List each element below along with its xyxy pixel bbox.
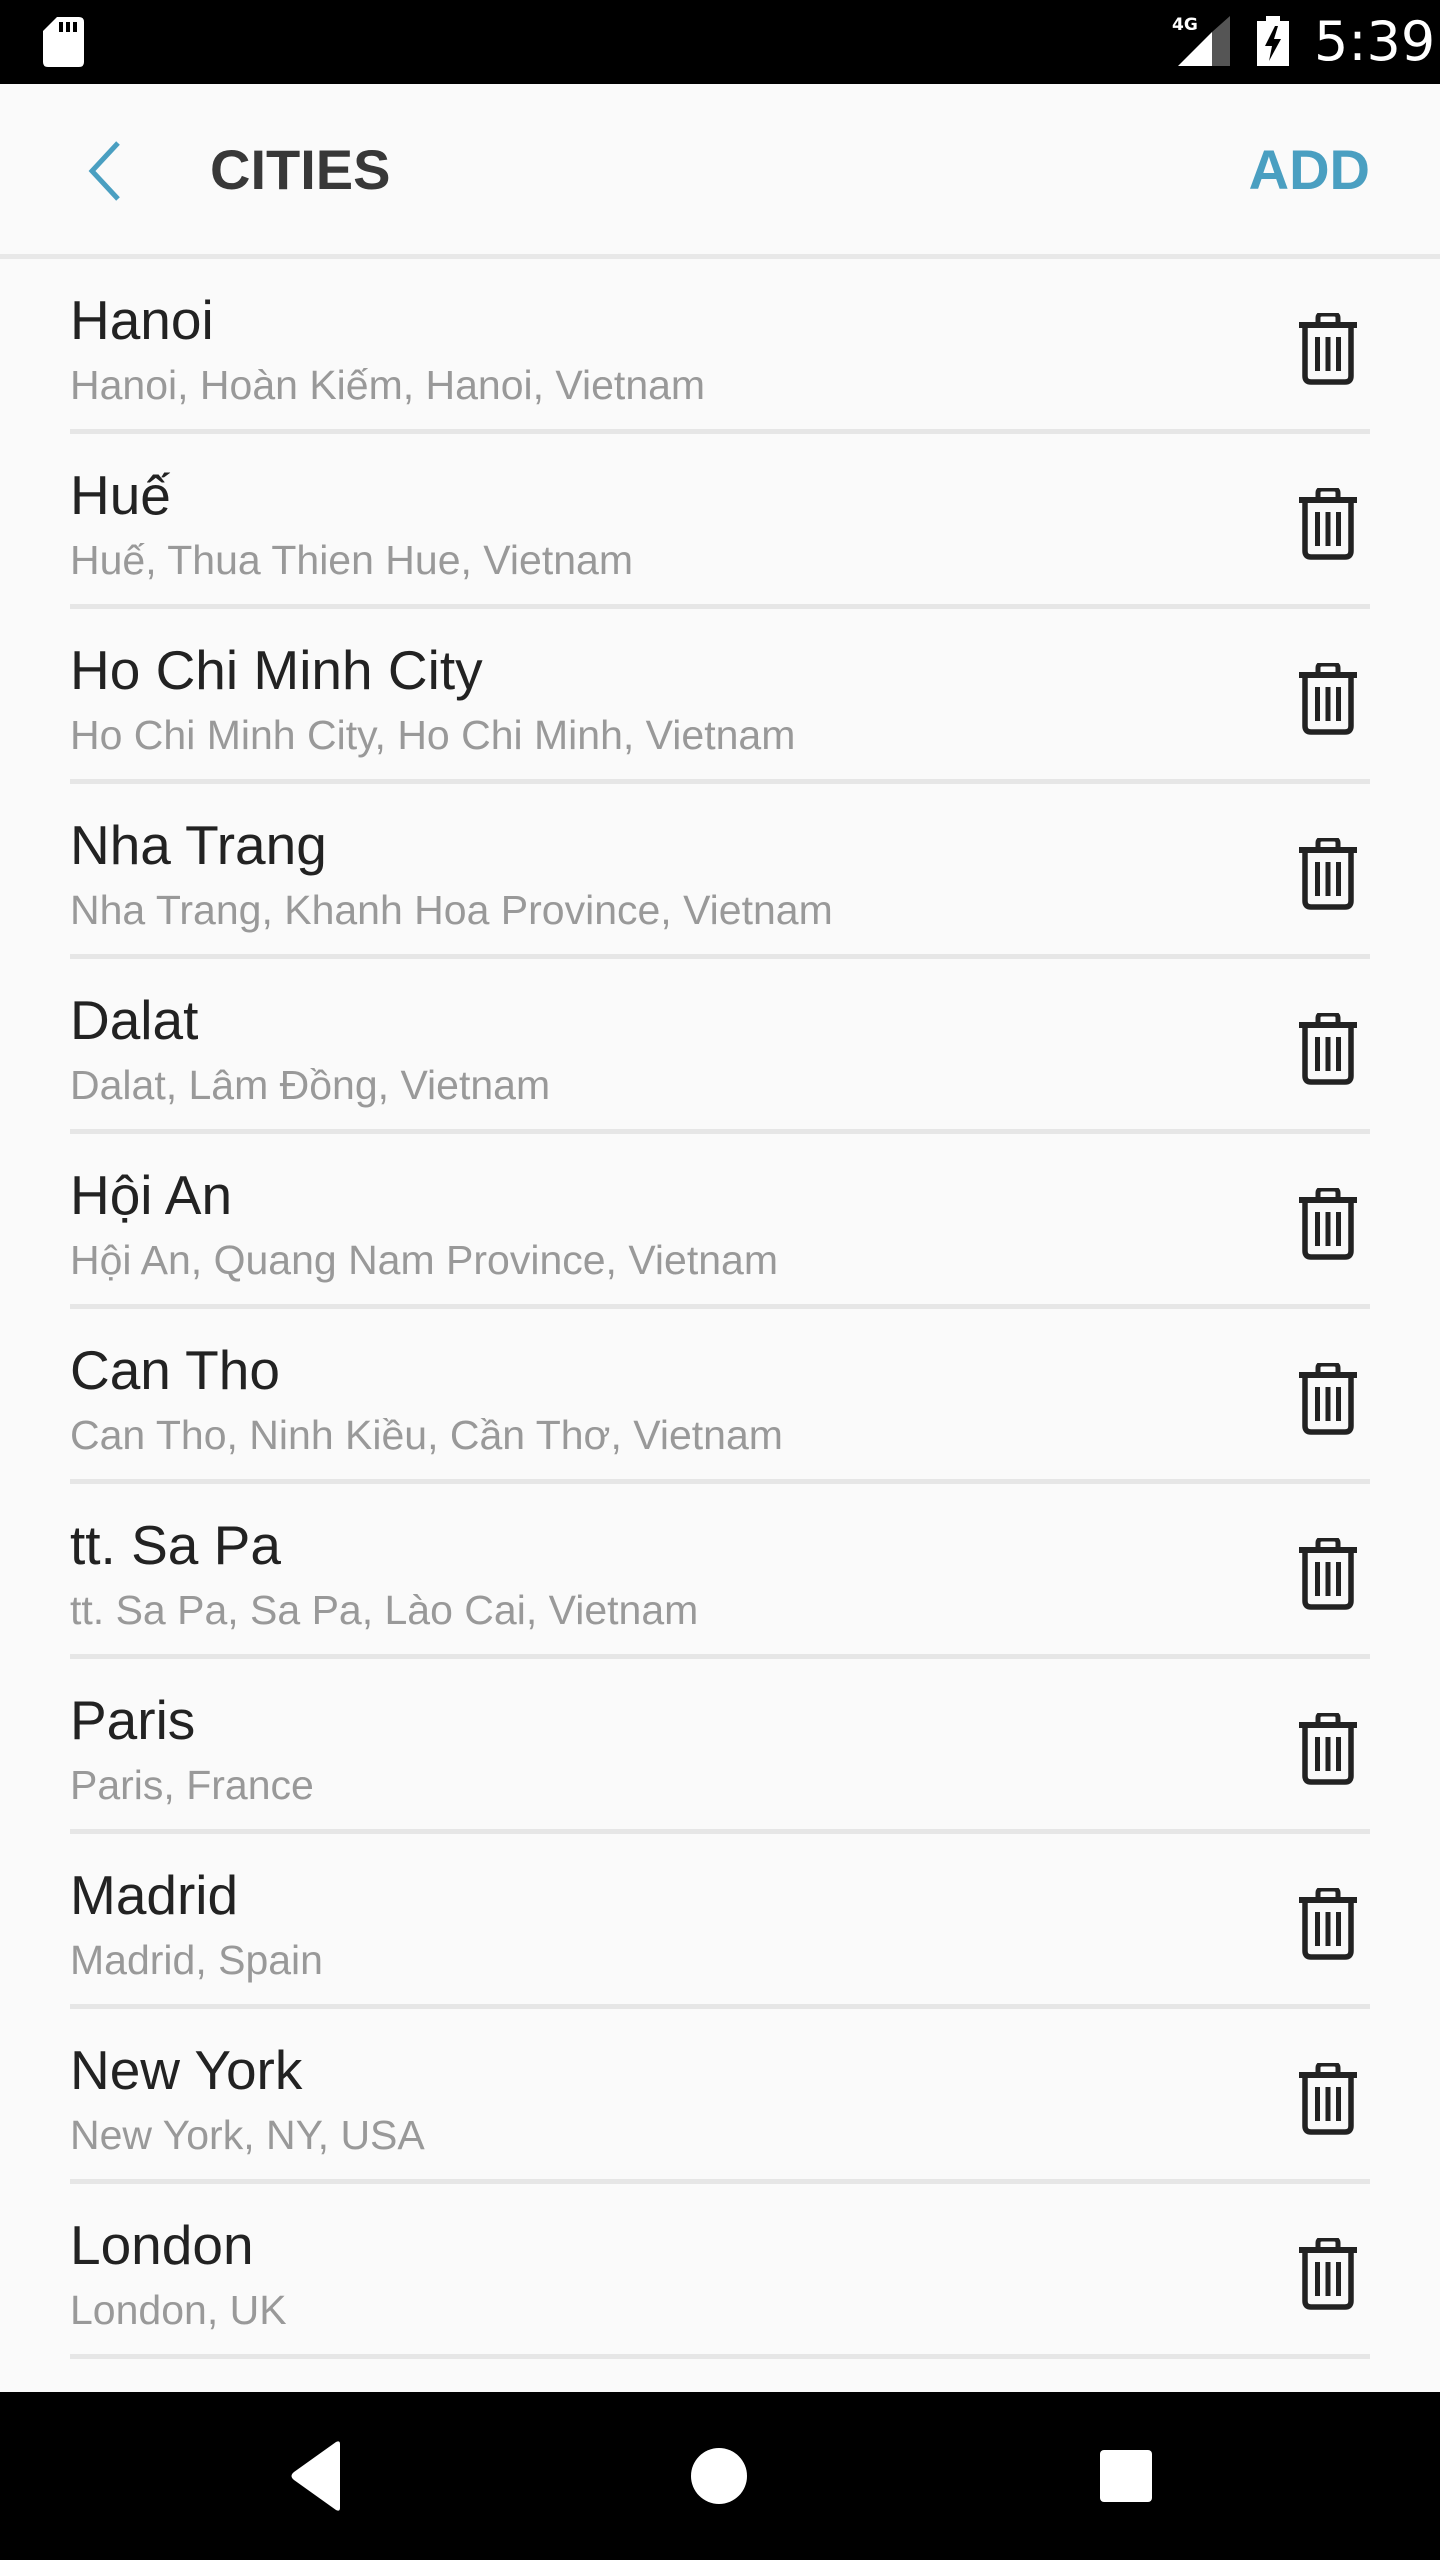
back-triangle-icon [291,2441,340,2511]
delete-city-button[interactable] [1270,1872,1370,1972]
city-name: Hội An [70,1164,233,1226]
city-list-item[interactable]: London London, UK [70,2184,1370,2359]
delete-city-button[interactable] [1270,297,1370,397]
navigation-bar [0,2392,1440,2560]
city-name: Ho Chi Minh City [70,639,483,701]
status-bar: 4G 5:39 [0,0,1440,84]
trash-icon [1299,1713,1357,1785]
delete-city-button[interactable] [1270,1522,1370,1622]
city-list-item[interactable]: Nha Trang Nha Trang, Khanh Hoa Province,… [70,784,1370,959]
home-circle-icon [691,2448,747,2504]
city-list-item[interactable]: Can Tho Can Tho, Ninh Kiều, Cần Thơ, Vie… [70,1309,1370,1484]
city-name: Can Tho [70,1339,280,1401]
city-detail: Madrid, Spain [70,1937,323,1983]
delete-city-button[interactable] [1270,997,1370,1097]
trash-icon [1299,2063,1357,2135]
nav-back-button[interactable] [256,2426,376,2526]
trash-icon [1299,313,1357,385]
city-detail: Nha Trang, Khanh Hoa Province, Vietnam [70,887,833,933]
battery-charging-icon [1257,16,1289,66]
nav-home-button[interactable] [659,2426,779,2526]
network-type-label: 4G [1172,15,1198,35]
trash-icon [1299,1188,1357,1260]
city-detail: Paris, France [70,1762,314,1808]
chevron-left-icon [88,141,120,201]
city-list-item[interactable]: Madrid Madrid, Spain [70,1834,1370,2009]
trash-icon [1299,663,1357,735]
recents-square-icon [1100,2450,1152,2502]
city-name: New York [70,2039,303,2101]
trash-icon [1299,2238,1357,2310]
city-list-item[interactable]: Paris Paris, France [70,1659,1370,1834]
city-list: Hanoi Hanoi, Hoàn Kiếm, Hanoi, Vietnam H… [0,259,1440,2359]
trash-icon [1299,1888,1357,1960]
delete-city-button[interactable] [1270,2222,1370,2322]
delete-city-button[interactable] [1270,472,1370,572]
city-list-item[interactable]: Hội An Hội An, Quang Nam Province, Vietn… [70,1134,1370,1309]
delete-city-button[interactable] [1270,1697,1370,1797]
city-detail: tt. Sa Pa, Sa Pa, Lào Cai, Vietnam [70,1587,699,1633]
trash-icon [1299,1538,1357,1610]
trash-icon [1299,488,1357,560]
delete-city-button[interactable] [1270,647,1370,747]
city-name: London [70,2214,254,2276]
city-detail: Hanoi, Hoàn Kiếm, Hanoi, Vietnam [70,362,706,408]
back-button[interactable] [70,132,140,208]
app-bar: CITIES ADD [0,84,1440,259]
delete-city-button[interactable] [1270,2047,1370,2147]
city-detail: Ho Chi Minh City, Ho Chi Minh, Vietnam [70,712,796,758]
city-name: Huế [70,464,171,526]
city-name: Dalat [70,989,199,1051]
city-detail: London, UK [70,2287,287,2333]
city-list-item[interactable]: Ho Chi Minh City Ho Chi Minh City, Ho Ch… [70,609,1370,784]
delete-city-button[interactable] [1270,1172,1370,1272]
city-list-item[interactable]: tt. Sa Pa tt. Sa Pa, Sa Pa, Lào Cai, Vie… [70,1484,1370,1659]
city-list-item[interactable]: Hanoi Hanoi, Hoàn Kiếm, Hanoi, Vietnam [70,259,1370,434]
city-detail: Dalat, Lâm Đồng, Vietnam [70,1062,551,1108]
city-list-item[interactable]: New York New York, NY, USA [70,2009,1370,2184]
page-title: CITIES [210,138,391,201]
status-time: 5:39 [1314,10,1436,73]
city-detail: Huế, Thua Thien Hue, Vietnam [70,537,633,583]
trash-icon [1299,838,1357,910]
trash-icon [1299,1013,1357,1085]
trash-icon [1299,1363,1357,1435]
city-list-item[interactable]: Dalat Dalat, Lâm Đồng, Vietnam [70,959,1370,1134]
nav-recents-button[interactable] [1065,2426,1185,2526]
city-name: Madrid [70,1864,239,1926]
city-name: Paris [70,1689,196,1751]
signal-icon: 4G [1172,15,1230,66]
delete-city-button[interactable] [1270,822,1370,922]
sd-card-icon [43,17,84,67]
add-city-button[interactable]: ADD [1249,137,1370,203]
city-name: Nha Trang [70,814,327,876]
city-name: tt. Sa Pa [70,1514,281,1576]
city-detail: New York, NY, USA [70,2112,425,2158]
city-name: Hanoi [70,289,214,351]
city-detail: Can Tho, Ninh Kiều, Cần Thơ, Vietnam [70,1412,783,1458]
city-list-item[interactable]: Huế Huế, Thua Thien Hue, Vietnam [70,434,1370,609]
city-detail: Hội An, Quang Nam Province, Vietnam [70,1237,778,1283]
delete-city-button[interactable] [1270,1347,1370,1447]
